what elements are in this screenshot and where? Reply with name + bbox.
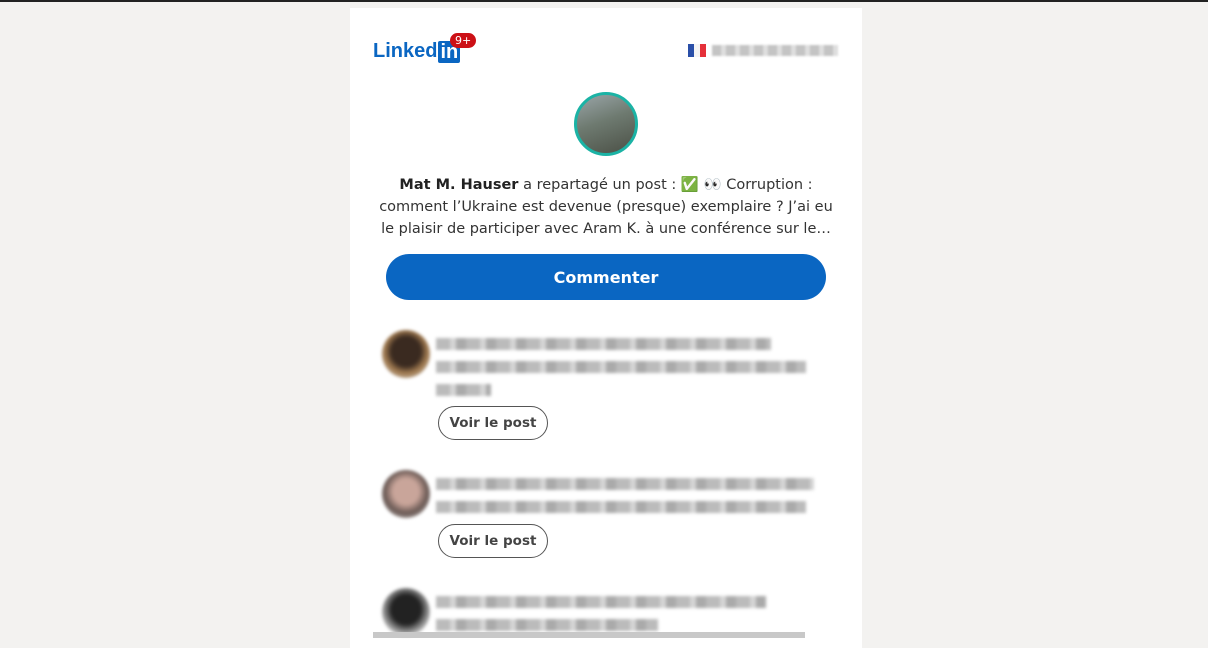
blurred-text — [436, 596, 766, 608]
author-avatar[interactable] — [574, 92, 638, 156]
notification-badge: 9+ — [450, 33, 477, 48]
email-card: Linked in 9+ Mat M. Hauser a repartagé un… — [350, 8, 862, 648]
blurred-user-name — [712, 45, 838, 56]
logo-text: Linked — [373, 40, 438, 62]
blurred-text — [436, 478, 814, 490]
france-flag-icon — [688, 44, 706, 57]
avatar — [382, 588, 430, 636]
avatar — [382, 470, 430, 518]
linkedin-logo[interactable]: Linked in — [373, 40, 461, 63]
blurred-text — [436, 619, 658, 631]
horizontal-scrollbar[interactable] — [373, 632, 805, 638]
author-name: Mat M. Hauser — [399, 177, 519, 193]
blurred-text — [436, 384, 491, 396]
blurred-text — [436, 361, 806, 373]
blurred-text — [436, 501, 806, 513]
blurred-text — [436, 338, 771, 350]
avatar — [382, 330, 430, 378]
view-post-button[interactable]: Voir le post — [438, 524, 548, 558]
comment-button[interactable]: Commenter — [386, 254, 826, 300]
post-message: Mat M. Hauser a repartagé un post : ✅ 👀 … — [376, 174, 836, 240]
view-post-button[interactable]: Voir le post — [438, 406, 548, 440]
